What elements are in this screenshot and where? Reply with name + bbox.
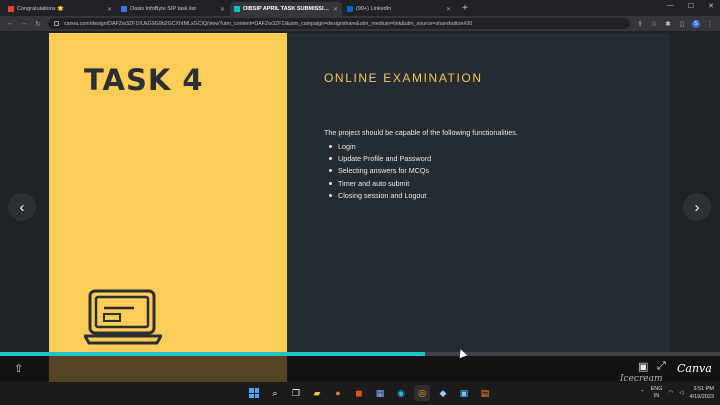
tab-favicon-icon (8, 6, 14, 12)
office-icon[interactable]: ◼ (351, 385, 367, 401)
profile-avatar[interactable]: S (692, 19, 700, 28)
feature-text: Login (338, 141, 356, 151)
slide-right-panel: ONLINE EXAMINATION The project should be… (287, 33, 670, 354)
store-icon[interactable]: ▦ (372, 385, 388, 401)
chrome-icon[interactable]: ◎ (414, 385, 430, 401)
slide: TASK 4 ONLINE EXAMINATION The project sh… (49, 33, 670, 354)
tab-label: Oasis InfoByte SIP task list (130, 6, 196, 12)
close-tab-icon[interactable]: ✕ (333, 6, 338, 13)
address-bar[interactable]: canva.com/design/DAFZw3ZF1I/UkG9G9b2GCXh… (48, 18, 630, 29)
close-window-icon[interactable]: ✕ (708, 2, 714, 10)
bullet-icon (329, 144, 332, 148)
viewer-controls-bar: ⇧ ▣ ⤢ Canva Icecream (0, 356, 720, 384)
lock-icon (54, 21, 59, 26)
list-item: Update Profile and Password (329, 152, 431, 164)
browser-tab[interactable]: (99+) LinkedIn ✕ (343, 2, 455, 16)
bullet-icon (329, 193, 332, 197)
language-indicator[interactable]: ENG IN (651, 386, 663, 400)
slide-description: The project should be capable of the fol… (324, 128, 518, 137)
feature-text: Selecting answers for MCQs (338, 166, 430, 176)
tray-chevron-icon[interactable]: ⌃ (640, 390, 645, 396)
tab-label: OIBSIP APRIL TASK SUBMISSION (243, 6, 330, 12)
reload-icon[interactable]: ↻ (34, 20, 42, 28)
clock-time: 3:51 PM (693, 386, 714, 392)
bullet-icon (329, 181, 332, 185)
clock[interactable]: 3:51 PM 4/19/2023 (690, 385, 714, 401)
list-item: Selecting answers for MCQs (329, 165, 431, 177)
browser-tab-active[interactable]: OIBSIP APRIL TASK SUBMISSION ✕ (230, 2, 342, 16)
slide-overflow-strip (49, 356, 287, 382)
share-page-icon[interactable]: ⇪ (636, 20, 644, 28)
feature-list: Login Update Profile and Password Select… (329, 140, 431, 201)
tab-favicon-icon (234, 6, 240, 12)
star-icon[interactable]: ☆ (650, 20, 658, 28)
tab-label: Congratulations 🌟 (17, 6, 64, 12)
search-icon[interactable]: ⌕ (267, 385, 283, 401)
file-explorer-icon[interactable]: ▰ (309, 385, 325, 401)
volume-icon[interactable]: ◁ (679, 390, 683, 396)
system-tray: ⌃ ENG IN ◠ ◁ 3:51 PM 4/19/2023 (640, 385, 714, 401)
feature-text: Update Profile and Password (338, 153, 432, 163)
window-controls: — ☐ ✕ (667, 2, 714, 10)
slide-left-panel: TASK 4 (49, 33, 287, 354)
browser-tab[interactable]: Congratulations 🌟 ✕ (4, 2, 116, 16)
comment-icon[interactable]: ▣ (638, 360, 648, 373)
browser-tab[interactable]: Oasis InfoByte SIP task list ✕ (117, 2, 229, 16)
list-item: Timer and auto submit (329, 177, 431, 189)
feature-text: Closing session and Logout (338, 190, 427, 200)
back-icon[interactable]: ← (6, 20, 14, 27)
previous-slide-button[interactable]: ‹ (8, 193, 36, 221)
windows-start-icon[interactable] (246, 385, 262, 401)
tab-label: (99+) LinkedIn (356, 6, 392, 12)
close-tab-icon[interactable]: ✕ (220, 6, 225, 13)
firefox-icon[interactable]: ● (330, 385, 346, 401)
presentation-stage: TASK 4 ONLINE EXAMINATION The project sh… (0, 31, 720, 354)
list-item: Login (329, 140, 431, 152)
new-tab-button[interactable]: + (456, 2, 474, 16)
menu-icon[interactable]: ⋮ (706, 20, 714, 28)
app-icon[interactable]: ▣ (456, 385, 472, 401)
fullscreen-icon[interactable]: ⤢ (657, 360, 666, 373)
app-icon[interactable]: ◆ (435, 385, 451, 401)
feature-text: Timer and auto submit (338, 178, 410, 188)
share-icon[interactable]: ⇧ (14, 362, 23, 375)
browser-tab-strip: Congratulations 🌟 ✕ Oasis InfoByte SIP t… (0, 0, 720, 16)
task-view-icon[interactable]: ❐ (288, 385, 304, 401)
taskbar-apps: ⌕ ❐ ▰ ● ◼ ▦ ◉ ◎ ◆ ▣ ▤ (246, 385, 493, 401)
tab-favicon-icon (347, 6, 353, 12)
canva-logo[interactable]: Canva (677, 362, 712, 375)
extensions-icon[interactable]: ✱ (664, 20, 672, 28)
task-title: TASK 4 (84, 63, 204, 97)
forward-icon[interactable]: → (20, 20, 28, 27)
clock-date: 4/19/2023 (689, 394, 714, 400)
minimize-icon[interactable]: — (667, 2, 674, 10)
bullet-icon (329, 156, 332, 160)
maximize-icon[interactable]: ☐ (688, 2, 694, 10)
wifi-icon[interactable]: ◠ (668, 390, 673, 396)
next-slide-button[interactable]: › (683, 193, 711, 221)
slide-heading: ONLINE EXAMINATION (324, 71, 483, 85)
tab-favicon-icon (121, 6, 127, 12)
sidebar-icon[interactable]: ▯ (678, 20, 686, 28)
windows-taskbar: ⌕ ❐ ▰ ● ◼ ▦ ◉ ◎ ◆ ▣ ▤ ⌃ ENG IN ◠ ◁ 3:51 … (0, 382, 720, 405)
url-text: canva.com/design/DAFZw3ZF1I/UkG9G9b2GCXh… (64, 20, 473, 27)
app-icon[interactable]: ▤ (477, 385, 493, 401)
bullet-icon (329, 169, 332, 173)
close-tab-icon[interactable]: ✕ (107, 6, 112, 13)
close-tab-icon[interactable]: ✕ (446, 6, 451, 13)
edge-icon[interactable]: ◉ (393, 385, 409, 401)
laptop-icon (84, 289, 162, 345)
browser-toolbar: ← → ↻ canva.com/design/DAFZw3ZF1I/UkG9G9… (0, 16, 720, 31)
screen: Congratulations 🌟 ✕ Oasis InfoByte SIP t… (0, 0, 720, 405)
list-item: Closing session and Logout (329, 189, 431, 201)
